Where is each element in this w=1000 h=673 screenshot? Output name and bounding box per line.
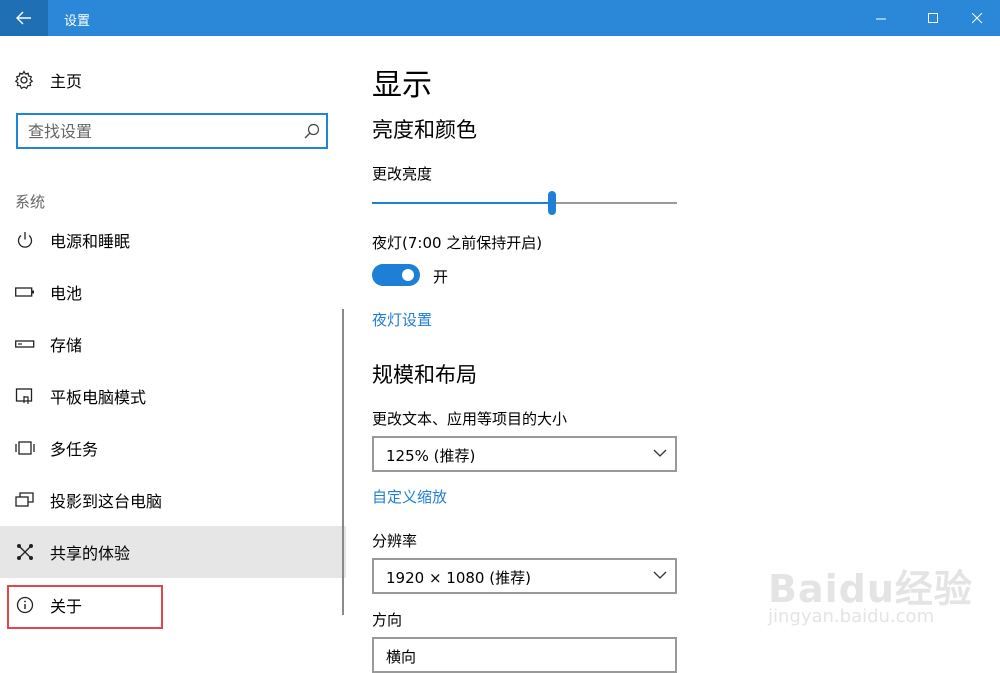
power-icon (15, 230, 35, 250)
brightness-slider-thumb[interactable] (547, 191, 556, 215)
battery-icon (15, 282, 35, 302)
sidebar-item-label: 共享的体验 (50, 544, 131, 563)
sidebar: 主页 系统 电源和睡眠 电池 存储 平板电脑模式 (0, 36, 346, 653)
resolution-dropdown[interactable]: 1920 × 1080 (推荐) (372, 558, 677, 594)
back-arrow-icon (16, 11, 31, 25)
sidebar-item-shared-experiences[interactable]: 共享的体验 (0, 526, 346, 578)
maximize-icon (927, 12, 938, 23)
search-icon (304, 123, 320, 139)
scale-dropdown[interactable]: 125% (推荐) (372, 436, 677, 472)
home-nav-item[interactable]: 主页 (14, 68, 82, 92)
title-bar: 设置 (0, 0, 1000, 36)
section-heading-scale-layout: 规模和布局 (372, 363, 477, 387)
shared-experiences-icon (15, 542, 35, 562)
multitasking-icon (15, 438, 35, 458)
watermark-logo: Baidu经验 (768, 567, 973, 611)
sidebar-item-tablet-mode[interactable]: 平板电脑模式 (0, 370, 346, 422)
back-button[interactable] (0, 0, 48, 36)
sidebar-scrollbar[interactable] (342, 309, 344, 615)
orientation-label: 方向 (372, 611, 403, 629)
brightness-slider[interactable] (372, 191, 677, 215)
sidebar-item-label: 电源和睡眠 (50, 232, 131, 251)
sidebar-item-power-sleep[interactable]: 电源和睡眠 (0, 214, 346, 266)
search-box[interactable] (16, 113, 328, 149)
watermark-url: jingyan.baidu.com (768, 606, 935, 627)
sidebar-item-storage[interactable]: 存储 (0, 318, 346, 370)
page-title: 显示 (372, 68, 432, 103)
night-light-settings-link[interactable]: 夜灯设置 (372, 309, 432, 330)
sidebar-item-multitasking[interactable]: 多任务 (0, 422, 346, 474)
section-label-system: 系统 (15, 193, 46, 211)
sidebar-item-battery[interactable]: 电池 (0, 266, 346, 318)
sidebar-item-label: 存储 (50, 336, 83, 355)
storage-icon (15, 334, 35, 354)
resolution-value: 1920 × 1080 (推荐) (386, 569, 531, 587)
chevron-down-icon (653, 571, 667, 579)
night-light-label: 夜灯(7:00 之前保持开启) (372, 234, 543, 252)
sidebar-item-project[interactable]: 投影到这台电脑 (0, 474, 346, 526)
minimize-icon (875, 18, 886, 19)
section-heading-brightness: 亮度和颜色 (372, 118, 477, 142)
home-label: 主页 (50, 72, 83, 91)
sidebar-item-label: 电池 (50, 284, 83, 303)
night-light-toggle[interactable] (372, 264, 420, 286)
toggle-knob (402, 269, 414, 281)
night-light-state: 开 (433, 268, 449, 286)
window-title: 设置 (64, 14, 91, 29)
resolution-label: 分辨率 (372, 532, 418, 550)
project-icon (15, 490, 35, 510)
close-button[interactable] (954, 0, 1000, 36)
sidebar-item-label: 平板电脑模式 (50, 388, 147, 407)
chevron-down-icon (653, 449, 667, 457)
maximize-button[interactable] (910, 0, 956, 36)
brightness-label: 更改亮度 (372, 165, 433, 183)
close-icon (971, 12, 982, 23)
scale-label: 更改文本、应用等项目的大小 (372, 410, 568, 428)
search-input[interactable] (18, 115, 294, 147)
annotation-highlight-box (7, 585, 163, 629)
brightness-slider-fill (372, 202, 552, 204)
sidebar-item-label: 多任务 (50, 440, 99, 459)
tablet-mode-icon (15, 386, 35, 406)
baidu-watermark: Baidu经验 jingyan.baidu.com (760, 540, 990, 640)
scale-value: 125% (推荐) (386, 447, 476, 465)
custom-scaling-link[interactable]: 自定义缩放 (372, 486, 447, 507)
orientation-value: 横向 (386, 648, 417, 666)
sidebar-item-label: 投影到这台电脑 (50, 492, 163, 511)
minimize-button[interactable] (858, 0, 904, 36)
orientation-dropdown[interactable]: 横向 (372, 637, 677, 673)
gear-icon (14, 70, 34, 90)
